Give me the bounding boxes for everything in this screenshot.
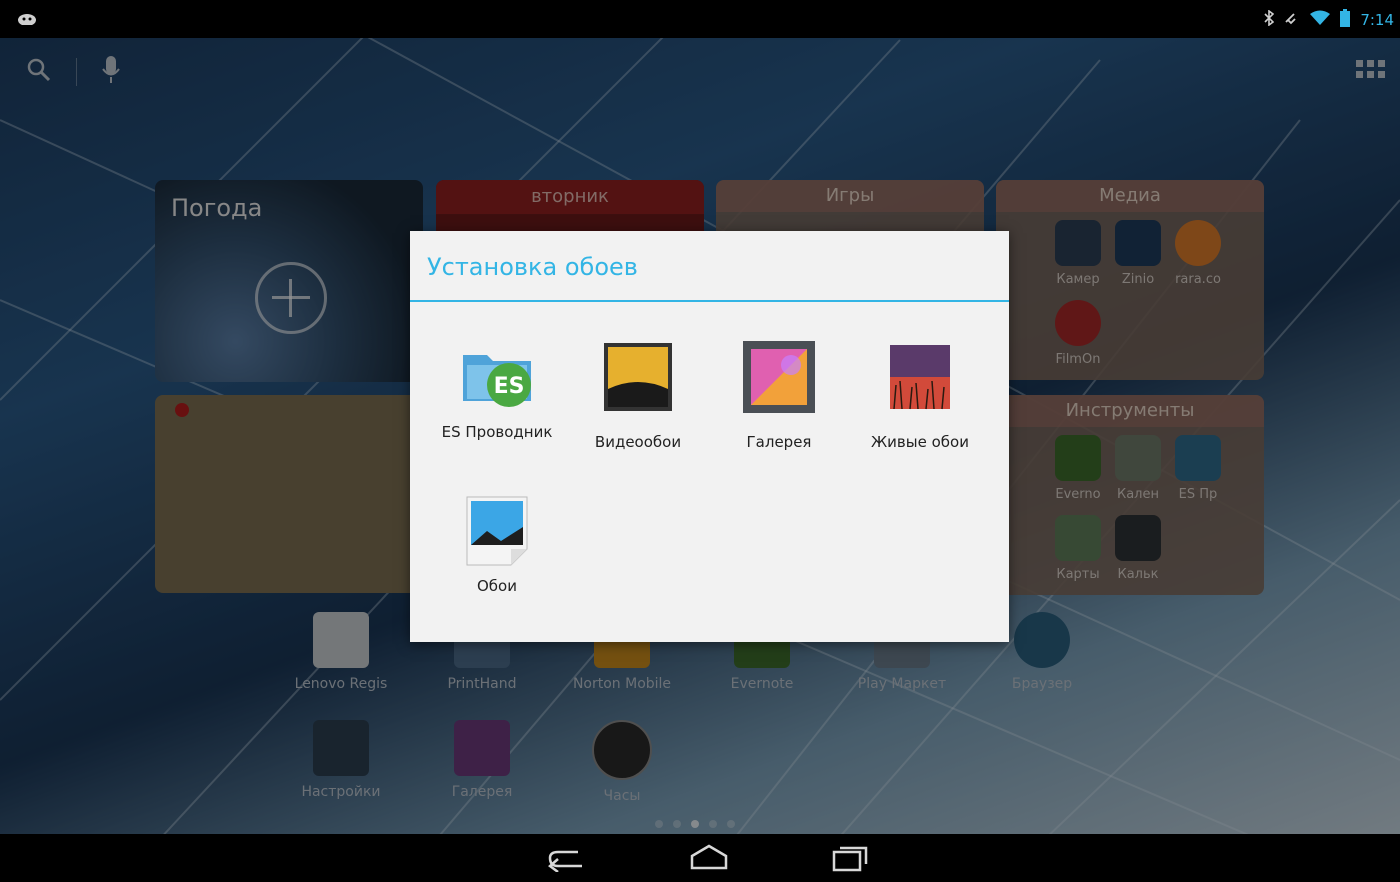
option-wallpapers[interactable]: Обои [427, 491, 567, 595]
option-gallery[interactable]: Галерея [709, 337, 849, 451]
home-icon[interactable] [688, 844, 730, 876]
option-es-explorer[interactable]: ES ES Проводник [427, 337, 567, 441]
svg-text:ES: ES [494, 374, 525, 399]
dialog-title: Установка обоев [427, 253, 638, 281]
live-wallpaper-icon [880, 337, 960, 417]
wifi-icon [1310, 10, 1331, 30]
wallpapers-icon [457, 491, 537, 571]
title-divider [410, 300, 1009, 302]
recent-apps-icon[interactable] [830, 844, 870, 876]
bluetooth-icon [1264, 9, 1275, 30]
option-label: Видеообои [594, 433, 682, 451]
back-icon[interactable] [548, 844, 588, 876]
option-label: Галерея [746, 433, 812, 451]
option-live-wallpaper[interactable]: Живые обои [850, 337, 990, 451]
gallery-icon [739, 337, 819, 417]
android-notification-icon[interactable] [18, 10, 36, 29]
mute-icon [1284, 10, 1300, 30]
es-explorer-icon: ES [457, 337, 537, 417]
status-bar: 7:14 [0, 0, 1400, 38]
option-label: Обои [477, 577, 517, 595]
navigation-bar [0, 834, 1400, 882]
option-label: Живые обои [871, 433, 969, 451]
clock: 7:14 [1360, 11, 1394, 29]
option-video-wallpaper[interactable]: Видеообои [568, 337, 708, 451]
option-label: ES Проводник [441, 423, 553, 441]
wallpaper-chooser-dialog: Установка обоев ES ES Проводник Видеообо… [410, 231, 1009, 642]
battery-icon [1340, 9, 1351, 31]
video-wallpaper-icon [598, 337, 678, 417]
